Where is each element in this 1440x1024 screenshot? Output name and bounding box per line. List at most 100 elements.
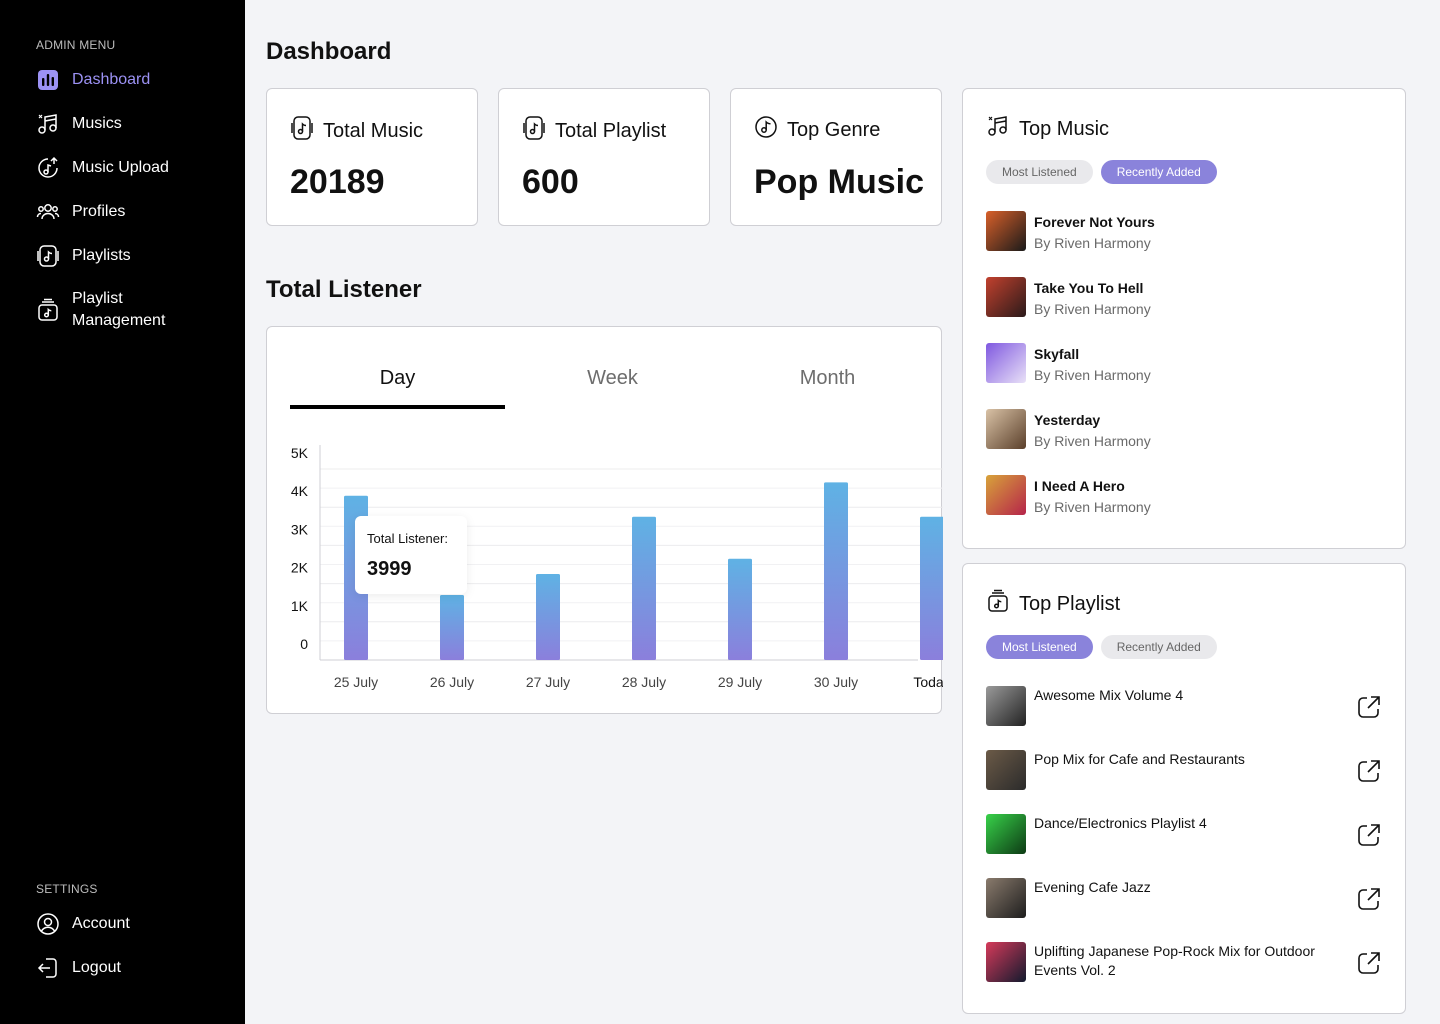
panel-title: Top Playlist — [1019, 592, 1121, 615]
sidebar-item-label: Logout — [72, 959, 121, 976]
external-link-icon[interactable] — [1356, 694, 1382, 720]
stat-card-total-playlist: Total Playlist 600 — [498, 88, 710, 226]
filter-recently-added[interactable]: Recently Added — [1100, 160, 1217, 184]
tooltip-label: Total Listener: — [367, 531, 448, 546]
track-artist: By Riven Harmony — [1034, 499, 1151, 515]
track-artist: By Riven Harmony — [1034, 301, 1151, 317]
sidebar-item-label: Music Upload — [72, 159, 169, 176]
top-playlist-panel: Top Playlist Most Listened Recently Adde… — [962, 563, 1406, 1014]
logout-icon — [36, 956, 60, 980]
sidebar-item-playlist-management[interactable]: Playlist Management — [36, 288, 182, 332]
x-tick-label: 25 July — [334, 674, 378, 690]
list-item[interactable]: Dance/Electronics Playlist 4 — [986, 814, 1382, 854]
users-icon — [36, 200, 60, 224]
y-tick-label: 1K — [291, 598, 309, 614]
track-artist: By Riven Harmony — [1034, 367, 1151, 383]
track-title: Yesterday — [1034, 412, 1101, 428]
stat-value: Pop Music — [754, 163, 925, 201]
list-item[interactable]: Yesterday By Riven Harmony — [986, 409, 1151, 452]
sidebar-item-label: Dashboard — [72, 71, 151, 88]
list-item[interactable]: Awesome Mix Volume 4 — [986, 686, 1382, 726]
x-tick-label: Today — [913, 674, 943, 690]
music-file-icon — [522, 115, 546, 147]
x-tick-label: 30 July — [814, 674, 858, 690]
filter-most-listened[interactable]: Most Listened — [986, 160, 1093, 184]
y-tick-label: 3K — [291, 521, 309, 537]
playlist-title: Uplifting Japanese Pop-Rock Mix for Outd… — [1034, 943, 1315, 978]
playlist-title: Evening Cafe Jazz — [1034, 879, 1151, 895]
sidebar-item-music-upload[interactable]: Music Upload — [36, 156, 169, 180]
sidebar-item-logout[interactable]: Logout — [36, 956, 121, 980]
track-artist: By Riven Harmony — [1034, 235, 1151, 251]
admin-menu-heading: ADMIN MENU — [36, 38, 116, 52]
tooltip-value: 3999 — [367, 558, 412, 580]
chart-bar — [536, 574, 560, 660]
list-item[interactable]: Forever Not Yours By Riven Harmony — [986, 211, 1155, 254]
external-link-icon[interactable] — [1356, 758, 1382, 784]
list-item[interactable]: I Need A Hero By Riven Harmony — [986, 475, 1151, 518]
album-art — [986, 211, 1026, 251]
track-title: Skyfall — [1034, 346, 1080, 362]
music-upload-icon — [36, 156, 60, 180]
chart-bar — [824, 482, 848, 660]
x-tick-label: 28 July — [622, 674, 666, 690]
album-art — [986, 343, 1026, 383]
filter-recently-added[interactable]: Recently Added — [1100, 635, 1217, 659]
x-tick-label: 27 July — [526, 674, 570, 690]
chart-bar — [728, 558, 752, 660]
music-file-icon — [290, 115, 314, 147]
sidebar-item-dashboard[interactable]: Dashboard — [36, 68, 150, 92]
stat-label: Top Genre — [787, 118, 881, 141]
external-link-icon[interactable] — [1356, 950, 1382, 976]
list-item[interactable]: Evening Cafe Jazz — [986, 878, 1382, 918]
user-circle-icon — [36, 912, 60, 936]
stat-card-top-genre: Top Genre Pop Music — [730, 88, 942, 226]
stat-label: Total Playlist — [555, 119, 667, 142]
playlist-box-icon — [36, 298, 60, 322]
sidebar-item-account[interactable]: Account — [36, 912, 130, 936]
external-link-icon[interactable] — [1356, 822, 1382, 848]
y-tick-label: 4K — [291, 483, 309, 499]
playlist-cover — [986, 686, 1026, 726]
sidebar-item-label: Playlist Management — [72, 290, 166, 329]
bar-chart-icon — [36, 68, 60, 92]
playlist-title: Dance/Electronics Playlist 4 — [1034, 815, 1207, 831]
chart-bar — [632, 516, 656, 660]
playlist-box-icon — [986, 589, 1010, 619]
chart-bar — [440, 595, 464, 660]
external-link-icon[interactable] — [1356, 886, 1382, 912]
sidebar-item-profiles[interactable]: Profiles — [36, 200, 125, 224]
sidebar-item-label: Playlists — [72, 247, 131, 264]
sidebar: ADMIN MENU Dashboard Musics Music Upload… — [0, 0, 245, 1024]
playlist-cover — [986, 878, 1026, 918]
disc-note-icon — [754, 115, 778, 145]
stat-label: Total Music — [323, 119, 424, 142]
top-music-panel: Top Music Most Listened Recently Added F… — [962, 88, 1406, 549]
playlist-title: Pop Mix for Cafe and Restaurants — [1034, 751, 1245, 767]
album-art — [986, 409, 1026, 449]
list-item[interactable]: Skyfall By Riven Harmony — [986, 343, 1151, 386]
track-title: Forever Not Yours — [1034, 214, 1155, 230]
list-item[interactable]: Uplifting Japanese Pop-Rock Mix for Outd… — [986, 942, 1382, 982]
list-item[interactable]: Take You To Hell By Riven Harmony — [986, 277, 1151, 320]
top-playlist-filters: Most Listened Recently Added — [986, 635, 1217, 659]
sidebar-item-musics[interactable]: Musics — [36, 112, 122, 136]
music-notes-icon — [986, 114, 1010, 144]
album-art — [986, 475, 1026, 515]
y-tick-label: 2K — [291, 560, 309, 576]
album-art — [986, 277, 1026, 317]
stat-value: 600 — [522, 163, 579, 201]
stat-card-total-music: Total Music 20189 — [266, 88, 478, 226]
settings-heading: SETTINGS — [36, 882, 98, 896]
sidebar-item-playlists[interactable]: Playlists — [36, 244, 131, 268]
panel-title: Top Music — [1019, 117, 1110, 140]
sidebar-item-label: Account — [72, 915, 130, 932]
filter-most-listened[interactable]: Most Listened — [986, 635, 1093, 659]
page-title: Dashboard — [266, 38, 392, 65]
music-notes-icon — [36, 112, 60, 136]
x-tick-label: 26 July — [430, 674, 474, 690]
listener-chart-card: Day Week Month 0 1K 2K 3K 4K 5K 25 July 26 July… — [266, 326, 943, 714]
playlist-title: Awesome Mix Volume 4 — [1034, 687, 1184, 703]
list-item[interactable]: Pop Mix for Cafe and Restaurants — [986, 750, 1382, 790]
track-artist: By Riven Harmony — [1034, 433, 1151, 449]
